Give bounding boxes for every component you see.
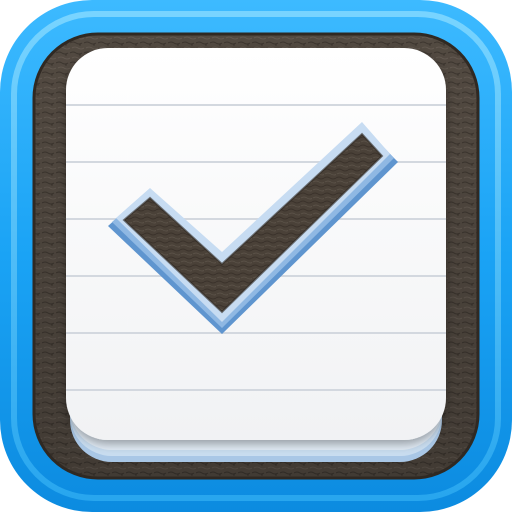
app-icon	[0, 0, 512, 512]
checklist-icon-graphic	[0, 0, 512, 512]
